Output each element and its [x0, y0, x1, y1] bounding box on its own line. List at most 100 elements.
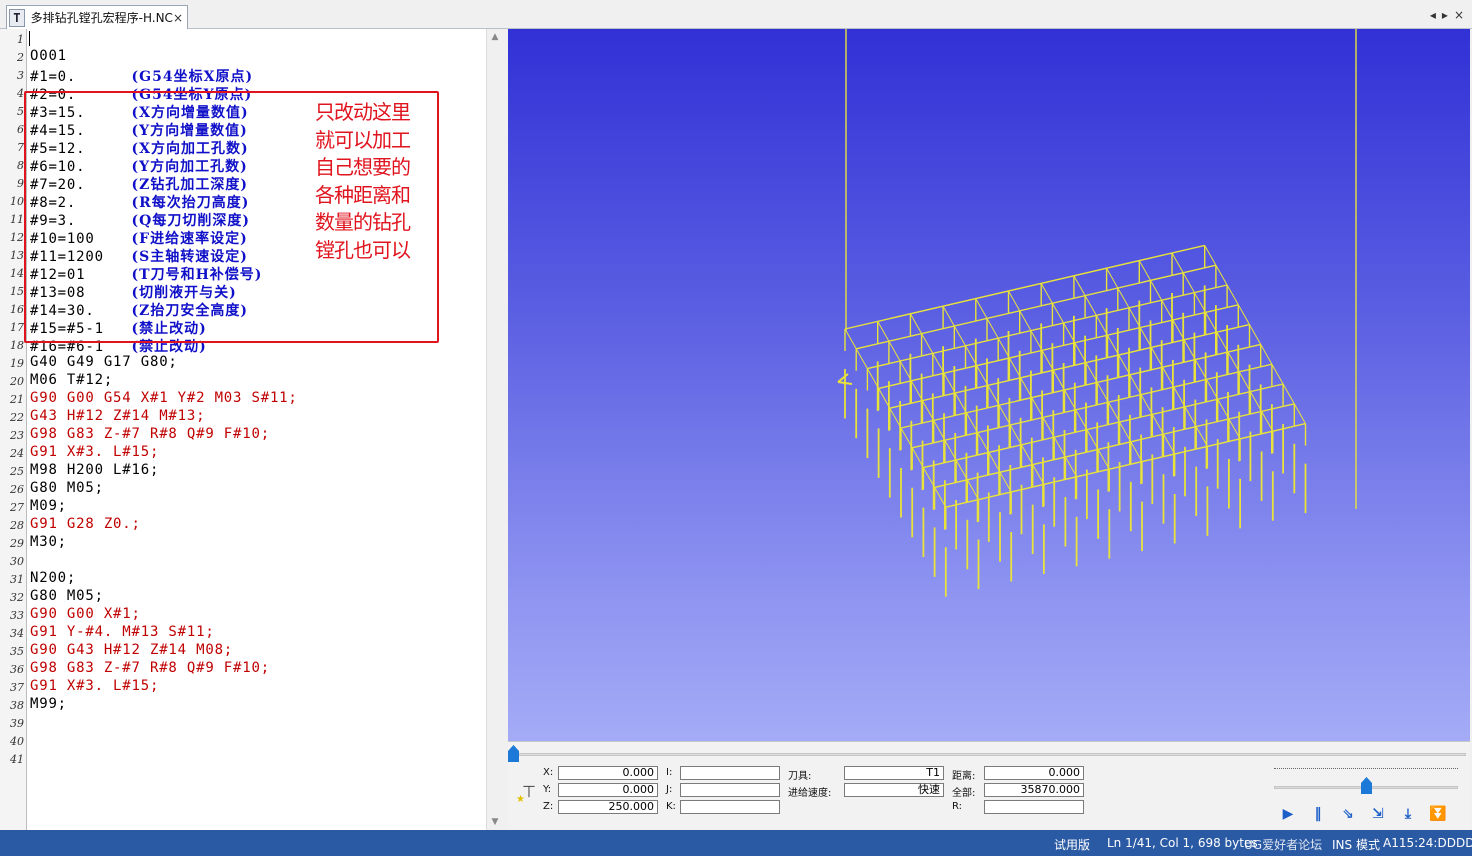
code-line[interactable]: G91 G28 Z0.;: [30, 516, 141, 532]
code-editor[interactable]: 1 2 3 4 5 6 7 8 9 10 11 12 13 14 15 16 17 18 19 20 21 22 23 24 2…: [0, 29, 502, 830]
code-line[interactable]: O001: [30, 48, 67, 64]
pause-icon[interactable]: ‖: [1308, 804, 1328, 824]
code-line[interactable]: G91 X#3. L#15;: [30, 678, 159, 694]
annotation-line: 只改动这里: [315, 100, 411, 124]
k-label: K:: [666, 801, 676, 812]
code-text: G91 X#3. L#15;: [30, 444, 160, 460]
file-tab[interactable]: T 多排钻孔镗孔宏程序-H.NC ×: [6, 5, 188, 29]
code-line[interactable]: G90 G43 H#12 Z#14 M08;: [30, 642, 233, 658]
play-icon[interactable]: ▶: [1278, 804, 1298, 824]
row-connector: [1150, 280, 1163, 301]
status-bar: 试用版 Ln 1/41, Col 1, 698 bytes UG爱好者论坛 IN…: [0, 830, 1472, 856]
feed-label: 进给速度:: [788, 788, 832, 799]
code-line[interactable]: G80 M05;: [30, 588, 104, 604]
line-number: 25: [10, 465, 24, 478]
playback-controls: ▶ ‖ ⇘ ⇲ ⤓ ⏬: [1278, 804, 1448, 824]
line-number: 3: [17, 69, 24, 82]
scroll-up-icon[interactable]: ▲: [487, 29, 503, 45]
code-line[interactable]: G43 H#12 Z#14 M#13;: [30, 408, 205, 424]
k-field: [680, 800, 780, 814]
annotation-line: 数量的钻孔: [315, 210, 411, 234]
code-text: G90 G00 X#1;: [30, 606, 141, 622]
code-line[interactable]: N200;: [30, 570, 76, 586]
code-text: N200;: [30, 570, 77, 586]
progress-thumb[interactable]: [508, 745, 519, 762]
line-number: 40: [10, 735, 24, 748]
annotation-note: 只改动这里 就可以加工 自己想要的 各种距离和 数量的钻孔 镗孔也可以: [315, 99, 431, 264]
code-line[interactable]: G98 G83 Z-#7 R#8 Q#9 F#10;: [30, 660, 270, 676]
code-line[interactable]: M09;: [30, 498, 67, 514]
line-number: 5: [17, 105, 24, 118]
line-number: 31: [10, 573, 24, 586]
code-text: O001: [30, 48, 67, 64]
line-number: 39: [10, 717, 24, 730]
code-line[interactable]: M99;: [30, 696, 67, 712]
step-over-icon[interactable]: ⇲: [1368, 804, 1388, 824]
scroll-down-icon[interactable]: ▼: [487, 814, 503, 830]
line-number: 7: [17, 141, 24, 154]
line-number: 6: [17, 123, 24, 136]
code-line[interactable]: G91 X#3. L#15;: [30, 444, 159, 460]
progress-track[interactable]: [518, 753, 1466, 756]
line-number: 17: [10, 321, 24, 334]
row-connector: [942, 305, 955, 327]
row-connector: [877, 321, 890, 342]
line-number: 16: [10, 303, 24, 316]
code-text: G90 G00 G54 X#1 Y#2 M03 S#11;: [30, 390, 298, 406]
line-number: 36: [10, 663, 24, 676]
3d-viewport[interactable]: [508, 29, 1470, 741]
annotation-line: 自己想要的: [315, 155, 411, 179]
code-line[interactable]: G91 Y-#4. M#13 S#11;: [30, 624, 215, 640]
code-line[interactable]: G98 G83 Z-#7 R#8 Q#9 F#10;: [30, 426, 270, 442]
code-text: G40 G49 G17 G80;: [30, 354, 178, 370]
code-line[interactable]: M98 H200 L#16;: [30, 462, 159, 478]
tab-close-icon[interactable]: ×: [173, 11, 183, 25]
j-label: J:: [666, 784, 673, 795]
row-connector: [1215, 264, 1228, 286]
code-line[interactable]: M06 T#12;: [30, 372, 113, 388]
editor-scrollbar[interactable]: ▲ ▼: [486, 29, 502, 830]
line-number: 20: [10, 375, 24, 388]
code-line[interactable]: G90 G00 G54 X#1 Y#2 M03 S#11;: [30, 390, 298, 406]
row-connector: [909, 313, 923, 334]
line-number: 14: [10, 267, 24, 280]
i-field: [680, 766, 780, 780]
code-text: M98 H200 L#16;: [30, 462, 160, 478]
row-connector: [1040, 283, 1053, 304]
run-to-end-icon[interactable]: ⏬: [1428, 804, 1448, 824]
row-connector: [1249, 324, 1262, 345]
row-connector: [1237, 304, 1250, 325]
code-line[interactable]: G90 G00 X#1;: [30, 606, 141, 622]
line-number: 30: [10, 555, 24, 568]
line-number: 38: [10, 699, 24, 712]
row-connector: [1282, 383, 1295, 405]
total-field: 35870.000: [984, 783, 1084, 797]
code-text: G90 G43 H#12 Z#14 M08;: [30, 642, 234, 658]
line-number: 24: [10, 447, 24, 460]
code-comment: (G54坐标X原点): [131, 69, 254, 85]
annotation-line: 各种距离和: [315, 182, 411, 207]
row-connector: [1271, 363, 1284, 385]
row-connector: [1138, 260, 1151, 281]
annotation-line: 镗孔也可以: [315, 237, 411, 262]
feed-field: 快速: [844, 783, 944, 797]
axis-x: [837, 381, 853, 385]
line-number: 11: [10, 213, 24, 226]
step-icon[interactable]: ⇘: [1338, 804, 1358, 824]
step-z-icon[interactable]: ⤓: [1398, 804, 1418, 824]
close-all-icon[interactable]: ×: [1454, 8, 1464, 22]
row-connector: [1204, 245, 1217, 266]
tab-scroll-left-icon[interactable]: ◂: [1430, 8, 1436, 22]
line-number: 2: [17, 51, 24, 64]
code-text: G80 M05;: [30, 480, 104, 496]
code-line[interactable]: #1=0. (G54坐标X原点): [30, 66, 253, 86]
code-line[interactable]: G40 G49 G17 G80;: [30, 354, 178, 370]
code-line[interactable]: G80 M05;: [30, 480, 104, 496]
line-number: 21: [10, 393, 24, 406]
tab-scroll-right-icon[interactable]: ▸: [1442, 8, 1448, 22]
line-number: 34: [10, 627, 24, 640]
code-text: G91 G28 Z0.;: [30, 516, 141, 532]
line-number: 32: [10, 591, 24, 604]
speed-thumb[interactable]: [1361, 777, 1372, 794]
code-line[interactable]: M30;: [30, 534, 67, 550]
